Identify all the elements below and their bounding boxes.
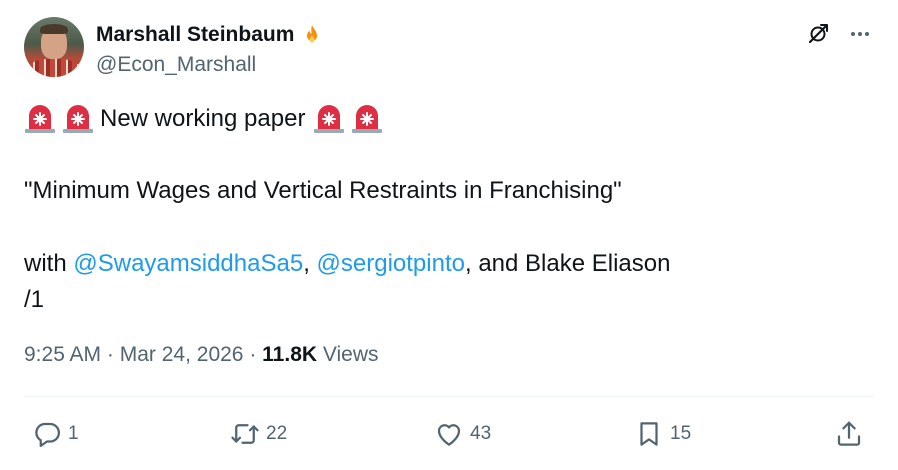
repost-button[interactable]: 22: [230, 419, 287, 449]
grok-icon[interactable]: [806, 22, 830, 46]
meta-separator: ·: [243, 343, 263, 366]
reply-icon: [35, 422, 60, 447]
coauthors-separator: ,: [303, 250, 317, 277]
author-avatar[interactable]: [24, 17, 84, 77]
fire-emoji-icon: [307, 25, 318, 43]
like-button[interactable]: 43: [434, 419, 491, 449]
author-name-text[interactable]: Marshall Steinbaum: [96, 22, 294, 48]
siren-emoji-icon: [352, 105, 383, 133]
siren-emoji-icon: [25, 105, 55, 133]
author-name[interactable]: Marshall Steinbaum: [96, 22, 324, 48]
tweet-meta: 9:25 AM · Mar 24, 2026 · 11.8K Views: [24, 342, 379, 368]
divider: [24, 396, 874, 397]
tweet-time[interactable]: 9:25 AM: [24, 343, 101, 366]
coauthors-suffix: , and Blake Eliason: [464, 250, 671, 277]
mention-link[interactable]: @sergiotpinto: [317, 250, 465, 277]
bookmark-count: 15: [670, 423, 692, 444]
siren-emoji-icon: [63, 105, 93, 133]
bookmark-button[interactable]: 15: [634, 419, 691, 449]
siren-emoji-icon: [314, 105, 345, 133]
thread-marker: /1: [24, 286, 45, 313]
share-button[interactable]: [834, 419, 864, 449]
author-handle[interactable]: @Econ_Marshall: [96, 52, 256, 78]
tweet-coauthors-line: with @SwayamsiddhaSa5, @sergiotpinto, an…: [24, 249, 670, 279]
like-count: 43: [470, 423, 492, 444]
view-count: 11.8K: [262, 343, 318, 366]
coauthors-prefix: with: [24, 250, 74, 277]
meta-separator: ·: [101, 343, 120, 366]
reply-button[interactable]: 1: [32, 419, 79, 449]
repost-count: 22: [266, 423, 288, 444]
more-icon[interactable]: [848, 22, 872, 46]
tweet-date[interactable]: Mar 24, 2026: [120, 343, 244, 366]
like-icon: [437, 424, 461, 446]
mention-link[interactable]: @SwayamsiddhaSa5: [73, 250, 303, 277]
tweet-headline-text: New working paper: [100, 105, 306, 132]
reply-count: 1: [68, 423, 79, 444]
share-icon: [837, 421, 861, 446]
paper-title: "Minimum Wages and Vertical Restraints i…: [24, 177, 622, 204]
bookmark-icon: [640, 422, 658, 446]
views-label: Views: [317, 343, 379, 366]
repost-icon: [231, 424, 259, 444]
tweet-line-1: New working paper: [24, 104, 389, 134]
